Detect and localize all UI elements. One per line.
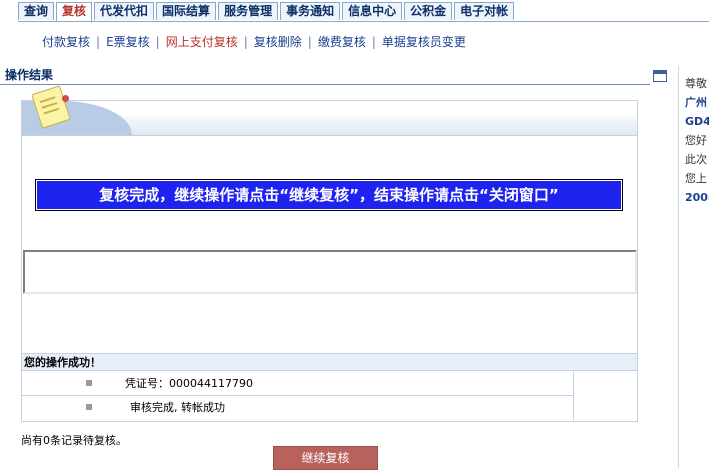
sub-navigation: 付款复核 | E票复核 | 网上支付复核 | 复核删除 | 缴费复核 | 单据复核员变更 [42, 33, 466, 50]
right-panel-line: 广州 [685, 96, 707, 109]
table-row: 审核完成, 转帐成功 [22, 396, 573, 419]
table-row: 凭证号：000044117790 [22, 372, 573, 396]
pending-count-text: 尚有0条记录待复核。 [21, 434, 127, 447]
right-info-panel: 尊敬 广州 GD44 您好 此次 您上 2008 [685, 74, 709, 207]
right-panel-line: 您好 [685, 134, 707, 147]
right-panel-line: GD44 [685, 115, 709, 128]
pin-icon [62, 95, 69, 102]
right-panel-divider [678, 66, 679, 468]
subnav-online-payment-review[interactable]: 网上支付复核 [166, 35, 238, 49]
tab-notices[interactable]: 事务通知 [280, 2, 341, 20]
subnav-separator: | [243, 35, 248, 49]
completion-message: 复核完成，继续操作请点击“继续复核”，结束操作请点击“关闭窗口” [35, 179, 623, 211]
subnav-payment-review[interactable]: 付款复核 [42, 35, 90, 49]
tab-payroll-collection[interactable]: 代发代扣 [94, 2, 155, 20]
main-tab-bar: 查询 复核 代发代扣 国际结算 服务管理 事务通知 信息中心 公积金 电子对帐 [18, 2, 516, 22]
tab-service-management[interactable]: 服务管理 [218, 2, 279, 20]
tab-query[interactable]: 查询 [18, 2, 55, 20]
subnav-reviewer-change[interactable]: 单据复核员变更 [382, 35, 466, 49]
right-panel-line: 2008 [685, 191, 709, 204]
tab-info-center[interactable]: 信息中心 [342, 2, 403, 20]
tab-international-settlement[interactable]: 国际结算 [156, 2, 217, 20]
subnav-separator: | [96, 35, 101, 49]
subnav-separator: | [155, 35, 160, 49]
subnav-review-delete[interactable]: 复核删除 [254, 35, 302, 49]
section-title: 操作结果 [5, 68, 54, 82]
tab-e-reconciliation[interactable]: 电子对帐 [454, 2, 515, 20]
square-bullet-icon [86, 404, 92, 410]
subnav-separator: | [371, 35, 376, 49]
result-info-table: 凭证号：000044117790 审核完成, 转帐成功 [22, 372, 574, 420]
tab-housing-fund[interactable]: 公积金 [404, 2, 453, 20]
voucher-number: 凭证号：000044117790 [125, 377, 253, 390]
subnav-separator: | [307, 35, 312, 49]
continue-review-button[interactable]: 继续复核 [273, 446, 378, 470]
success-title: 您的操作成功！ [22, 353, 637, 371]
window-icon[interactable] [653, 70, 667, 82]
transfer-status: 审核完成, 转帐成功 [130, 401, 225, 414]
message-textarea[interactable] [23, 250, 637, 294]
tab-bar-divider [18, 21, 709, 22]
section-divider [0, 84, 650, 85]
right-panel-line: 您上 [685, 172, 707, 185]
subnav-e-bill-review[interactable]: E票复核 [106, 35, 150, 49]
subnav-fee-review[interactable]: 缴费复核 [318, 35, 366, 49]
tab-review[interactable]: 复核 [56, 2, 93, 22]
right-panel-line: 尊敬 [685, 77, 707, 90]
right-panel-line: 此次 [685, 153, 707, 166]
result-panel: 复核完成，继续操作请点击“继续复核”，结束操作请点击“关闭窗口” 您的操作成功！… [21, 85, 638, 422]
square-bullet-icon [86, 380, 92, 386]
